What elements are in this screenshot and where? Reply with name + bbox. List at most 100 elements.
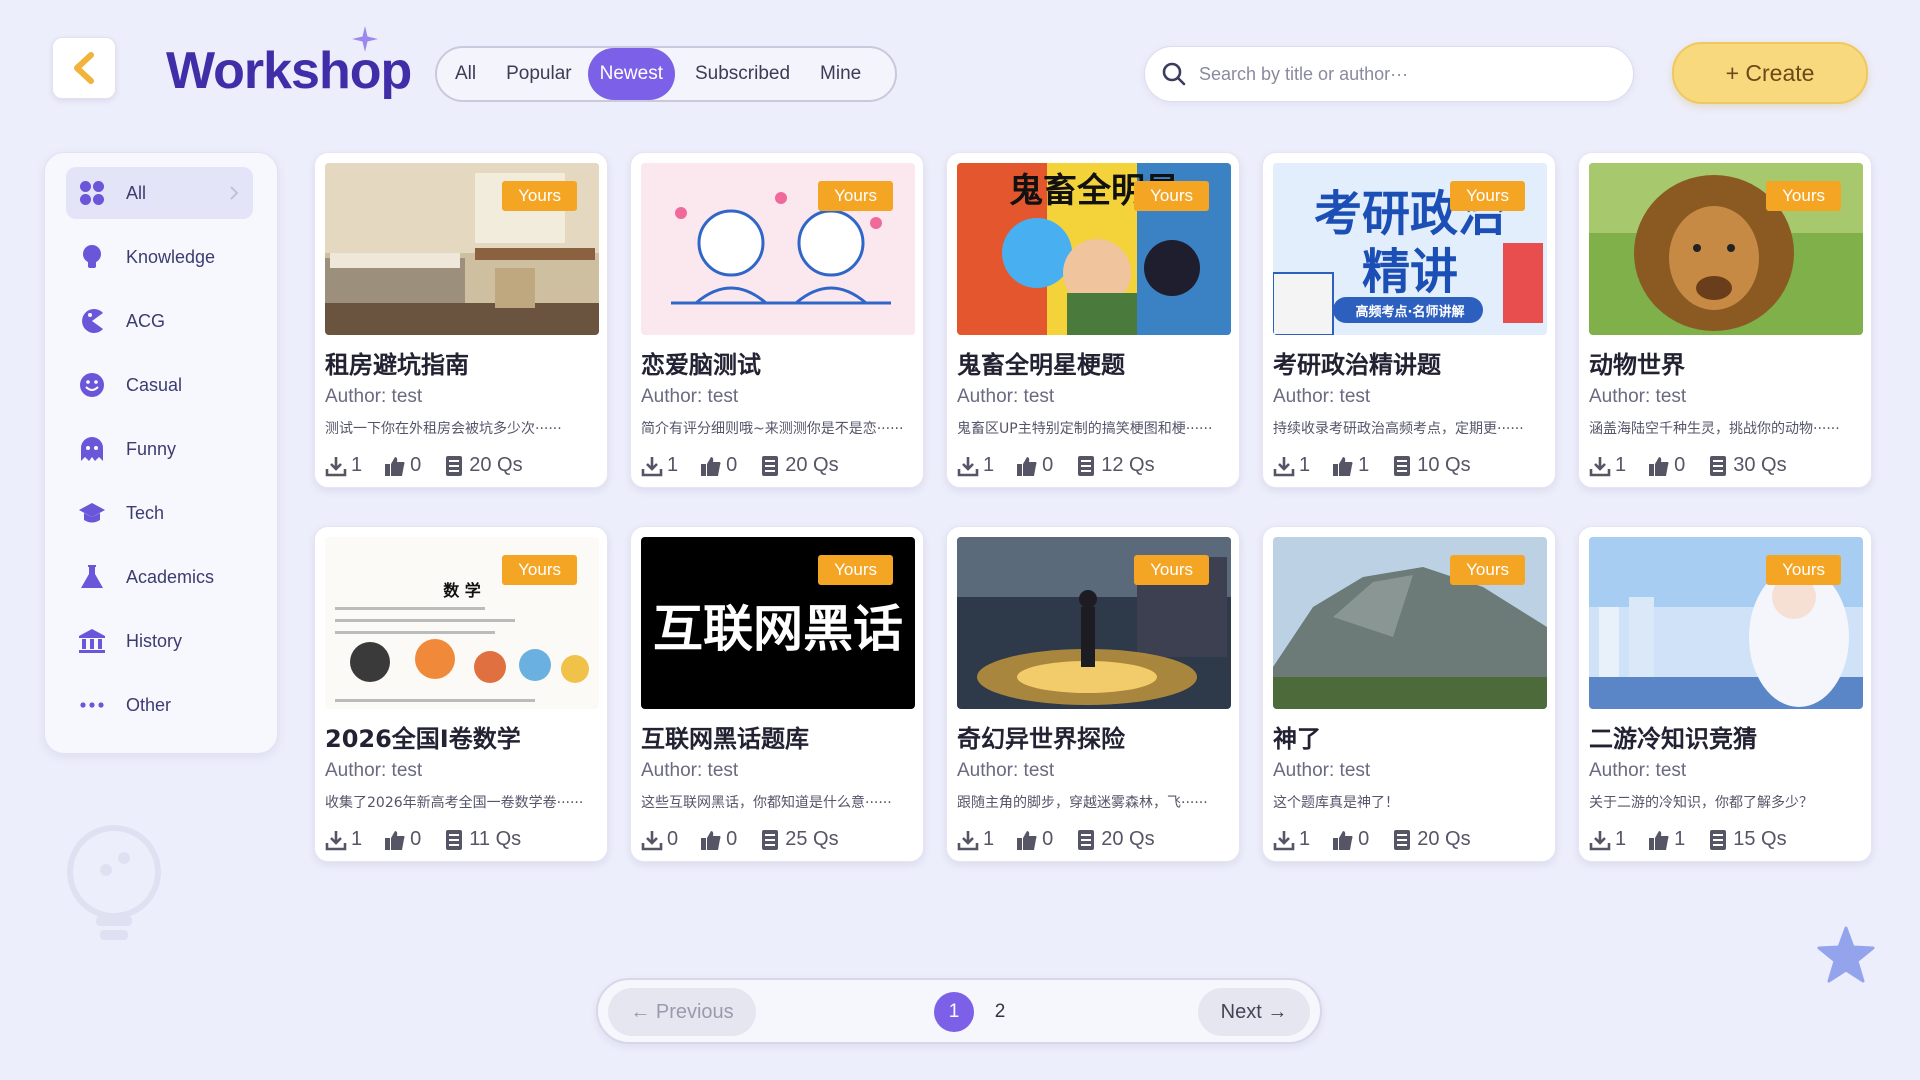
card-thumbnail: 鬼畜全明星 Yours — [957, 163, 1231, 335]
download-icon — [641, 830, 663, 850]
card-stats: 1 1 10 Qs — [1273, 454, 1493, 477]
card-description: 持续收录考研政治高频考点，定期更······ — [1273, 421, 1524, 437]
next-page-button[interactable]: Next → — [1198, 988, 1310, 1036]
document-icon — [1078, 455, 1095, 476]
card-title: 租房避坑指南 — [325, 351, 469, 379]
document-icon — [1710, 455, 1727, 476]
sidebar-item-label: Knowledge — [126, 246, 216, 267]
card-author: Author: test — [1273, 760, 1371, 781]
yours-badge: Yours — [1450, 555, 1525, 585]
download-count: 1 — [1589, 454, 1626, 477]
card-title: 2026全国I卷数学 — [325, 725, 521, 753]
sidebar-item-acg[interactable]: ACG — [66, 295, 253, 347]
thumbnail-subtext: 高频考点·名师讲解 — [1355, 305, 1465, 320]
thumbs-up-icon — [1017, 456, 1037, 476]
question-count: 30 Qs — [1707, 454, 1787, 477]
ellipsis-icon — [80, 702, 104, 708]
grid-icon — [80, 181, 104, 205]
card-description: 收集了2026年新高考全国一卷数学卷······ — [325, 795, 584, 811]
card-title: 二游冷知识竞猜 — [1589, 725, 1757, 753]
question-count: 25 Qs — [759, 828, 839, 851]
thumbs-up-icon — [1017, 830, 1037, 850]
workshop-card[interactable]: Yours 动物世界 Author: test 涵盖海陆空千种生灵，挑战你的动物… — [1578, 152, 1872, 488]
pagination: ← Previous 1 2 Next → — [596, 978, 1322, 1044]
sidebar-item-other[interactable]: Other — [66, 679, 253, 731]
previous-page-button[interactable]: ← Previous — [608, 988, 756, 1036]
sidebar-item-academics[interactable]: Academics — [66, 551, 253, 603]
tab-mine[interactable]: Mine — [808, 48, 873, 100]
document-icon — [1078, 829, 1095, 850]
like-count: 1 — [1332, 454, 1369, 477]
flask-icon — [81, 565, 103, 588]
download-icon — [325, 830, 347, 850]
like-count: 1 — [1648, 828, 1685, 851]
tab-subscribed[interactable]: Subscribed — [683, 48, 802, 100]
lightbulb-icon — [83, 245, 101, 268]
card-stats: 0 0 25 Qs — [641, 828, 861, 851]
workshop-card[interactable]: Yours 二游冷知识竞猜 Author: test 关于二游的冷知识，你都了解… — [1578, 526, 1872, 862]
sidebar-item-casual[interactable]: Casual — [66, 359, 253, 411]
download-count: 1 — [1273, 828, 1310, 851]
sidebar-item-history[interactable]: History — [66, 615, 253, 667]
tab-all[interactable]: All — [443, 48, 488, 100]
card-stats: 1 1 15 Qs — [1589, 828, 1809, 851]
workshop-card[interactable]: Yours 恋爱脑测试 Author: test 简介有评分细则哦~来测测你是不… — [630, 152, 924, 488]
question-count: 11 Qs — [443, 828, 521, 851]
like-count: 0 — [384, 454, 421, 477]
card-author: Author: test — [641, 386, 739, 407]
page-2-button[interactable]: 2 — [980, 992, 1020, 1032]
workshop-card[interactable]: 考研政治精讲 高频考点·名师讲解 Yours 考研政治精讲题 Author: t… — [1262, 152, 1556, 488]
search-bar — [1144, 46, 1634, 102]
workshop-card[interactable]: 互联网黑话 Yours 互联网黑话题库 Author: test 这些互联网黑话… — [630, 526, 924, 862]
download-count: 1 — [325, 828, 362, 851]
download-icon — [1273, 830, 1295, 850]
thumbnail-text: 互联网黑话 — [653, 600, 903, 658]
workshop-grid: Yours 租房避坑指南 Author: test 测试一下你在外租房会被坑多少… — [314, 152, 1872, 862]
workshop-card[interactable]: 鬼畜全明星 Yours 鬼畜全明星梗题 Author: test 鬼畜区UP主特… — [946, 152, 1240, 488]
question-count: 20 Qs — [1075, 828, 1155, 851]
workshop-card[interactable]: Yours 奇幻异世界探险 Author: test 跟随主角的脚步，穿越迷雾森… — [946, 526, 1240, 862]
card-thumbnail: 数 学 Yours — [325, 537, 599, 709]
card-title: 动物世界 — [1589, 351, 1685, 379]
tab-popular[interactable]: Popular — [494, 48, 584, 100]
document-icon — [1710, 829, 1727, 850]
yours-badge: Yours — [502, 181, 577, 211]
sidebar-item-tech[interactable]: Tech — [66, 487, 253, 539]
question-count: 20 Qs — [759, 454, 839, 477]
yours-badge: Yours — [818, 181, 893, 211]
chevron-left-icon — [74, 52, 94, 84]
card-title: 奇幻异世界探险 — [957, 725, 1125, 753]
yours-badge: Yours — [818, 555, 893, 585]
search-input[interactable] — [1199, 63, 1599, 85]
thumbs-up-icon — [385, 830, 405, 850]
workshop-card[interactable]: Yours 神了 Author: test 这个题库真是神了！ 1 0 20 Q… — [1262, 526, 1556, 862]
tab-newest[interactable]: Newest — [587, 48, 675, 100]
question-count: 15 Qs — [1707, 828, 1787, 851]
card-thumbnail: Yours — [1589, 163, 1863, 335]
like-count: 0 — [384, 828, 421, 851]
sidebar-item-funny[interactable]: Funny — [66, 423, 253, 475]
yours-badge: Yours — [1134, 555, 1209, 585]
back-button[interactable] — [52, 37, 116, 99]
ghost-icon — [81, 437, 103, 461]
sidebar-item-label: All — [126, 182, 147, 203]
yours-badge: Yours — [1766, 555, 1841, 585]
card-author: Author: test — [1589, 760, 1687, 781]
thumbs-up-icon — [1333, 456, 1353, 476]
yours-badge: Yours — [1134, 181, 1209, 211]
card-description: 跟随主角的脚步，穿越迷雾森林，飞······ — [957, 795, 1208, 811]
yours-badge: Yours — [502, 555, 577, 585]
workshop-card[interactable]: 数 学 Yours 2026全国I卷数学 Author: test 收集了202… — [314, 526, 608, 862]
download-count: 1 — [957, 454, 994, 477]
workshop-card[interactable]: Yours 租房避坑指南 Author: test 测试一下你在外租房会被坑多少… — [314, 152, 608, 488]
like-count: 0 — [1648, 454, 1685, 477]
thumbs-up-icon — [701, 830, 721, 850]
create-button[interactable]: + Create — [1672, 42, 1868, 104]
download-count: 1 — [325, 454, 362, 477]
page-1-button[interactable]: 1 — [934, 992, 974, 1032]
sidebar-item-all[interactable]: All — [66, 167, 253, 219]
question-count: 20 Qs — [443, 454, 523, 477]
card-author: Author: test — [325, 760, 423, 781]
sidebar-item-knowledge[interactable]: Knowledge — [66, 231, 253, 283]
card-title: 鬼畜全明星梗题 — [957, 351, 1125, 379]
